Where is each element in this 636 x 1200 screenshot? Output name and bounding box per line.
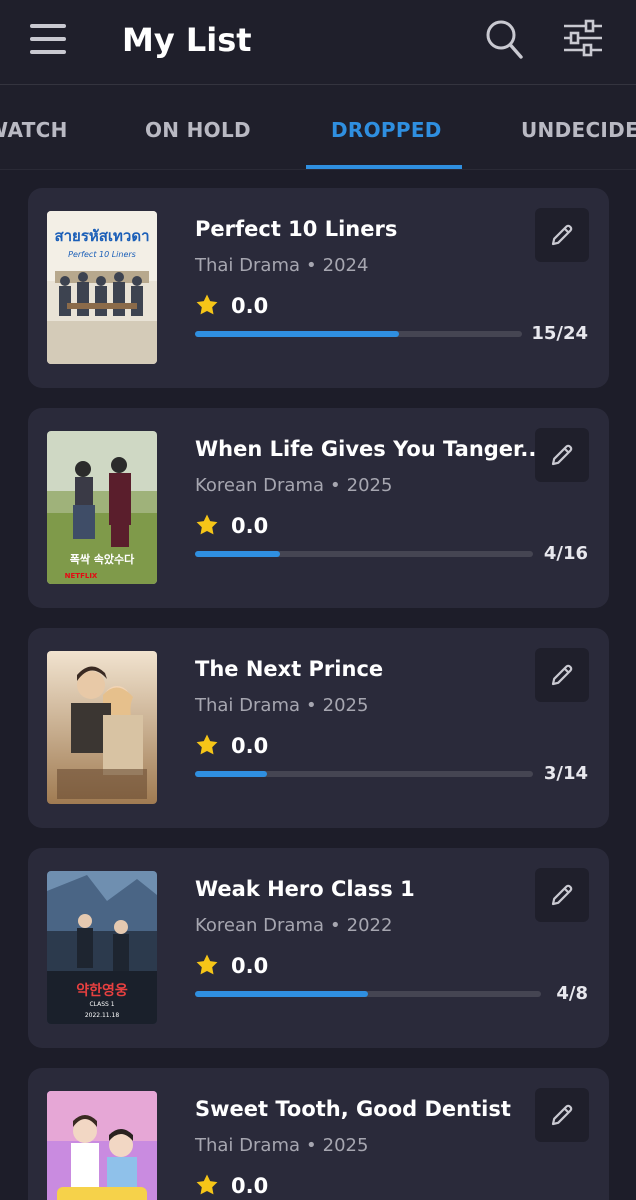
- tab-dropped[interactable]: DROPPED: [331, 85, 442, 169]
- progress-fill: [195, 991, 368, 997]
- poster-date-text: 2022.11.18: [85, 1012, 120, 1019]
- item-meta: Korean Drama • 2025: [195, 473, 392, 499]
- item-type: Korean Drama: [195, 915, 325, 936]
- item-title[interactable]: The Next Prince: [195, 654, 383, 684]
- progress-bar: [195, 331, 522, 337]
- progress-bar: [195, 771, 533, 777]
- tab-undecided[interactable]: UNDECIDED: [521, 85, 636, 169]
- item-rating: 0.0: [231, 294, 269, 318]
- netflix-logo-text: NETFLIX: [65, 572, 98, 580]
- poster-title-text: 약한영웅: [76, 982, 128, 999]
- item-meta: Thai Drama • 2024: [195, 253, 368, 279]
- star-icon: [196, 514, 218, 535]
- pencil-icon: [551, 1104, 573, 1126]
- pencil-icon: [551, 444, 573, 466]
- item-title[interactable]: Weak Hero Class 1: [195, 874, 415, 904]
- pencil-icon: [551, 224, 573, 246]
- star-icon: [196, 734, 218, 755]
- meta-separator: •: [306, 255, 317, 276]
- poster-subtitle-text: CLASS 1: [89, 1001, 114, 1008]
- item-meta: Thai Drama • 2025: [195, 1133, 368, 1159]
- list-item[interactable]: 폭싹 속았수다 NETFLIX When Life Gives You Tang…: [28, 408, 609, 608]
- list-item[interactable]: 약한영웅 CLASS 1 2022.11.18 Weak Hero Class …: [28, 848, 609, 1048]
- episode-count: 15/24: [531, 323, 588, 344]
- item-rating: 0.0: [231, 734, 269, 758]
- meta-separator: •: [330, 475, 341, 496]
- meta-separator: •: [330, 915, 341, 936]
- edit-button[interactable]: [535, 208, 589, 262]
- item-title[interactable]: Sweet Tooth, Good Dentist: [195, 1094, 511, 1124]
- pencil-icon: [551, 664, 573, 686]
- episode-count: 4/8: [556, 983, 588, 1004]
- item-type: Thai Drama: [195, 255, 301, 276]
- item-rating: 0.0: [231, 954, 269, 978]
- hamburger-menu-icon[interactable]: [30, 24, 66, 54]
- star-icon: [196, 294, 218, 315]
- edit-button[interactable]: [535, 868, 589, 922]
- tabs-divider: [0, 169, 636, 170]
- progress-fill: [195, 551, 280, 557]
- star-icon: [196, 954, 218, 975]
- poster-image[interactable]: 약한영웅 CLASS 1 2022.11.18: [47, 871, 157, 1024]
- item-year: 2024: [322, 255, 369, 276]
- sliders-filter-icon[interactable]: [562, 18, 604, 58]
- progress-bar: [195, 991, 541, 997]
- list-item[interactable]: สายรหัสเทวดา Perfect 10 Liners Perfect 1…: [28, 188, 609, 388]
- item-meta: Thai Drama • 2025: [195, 693, 368, 719]
- item-year: 2025: [322, 1135, 369, 1156]
- item-rating: 0.0: [231, 1174, 269, 1198]
- item-year: 2025: [322, 695, 369, 716]
- episode-count: 4/16: [543, 543, 588, 564]
- list-item[interactable]: The Next Prince Thai Drama • 2025 0.0 3/14: [28, 628, 609, 828]
- item-year: 2025: [346, 475, 393, 496]
- meta-separator: •: [306, 1135, 317, 1156]
- page-title: My List: [122, 21, 252, 59]
- list-item[interactable]: Sweet Tooth, Good Dentist Thai Drama • 202…: [28, 1068, 609, 1200]
- tab-watch[interactable]: WATCH: [0, 85, 68, 169]
- star-icon: [196, 1174, 218, 1195]
- item-type: Thai Drama: [195, 695, 301, 716]
- progress-bar: [195, 551, 533, 557]
- item-meta: Korean Drama • 2022: [195, 913, 392, 939]
- app-header: My List: [0, 0, 636, 84]
- poster-image[interactable]: สายรหัสเทวดา Perfect 10 Liners: [47, 211, 157, 364]
- item-type: Thai Drama: [195, 1135, 301, 1156]
- poster-subtitle-text: Perfect 10 Liners: [68, 250, 136, 259]
- tab-on-hold[interactable]: ON HOLD: [145, 85, 251, 169]
- edit-button[interactable]: [535, 428, 589, 482]
- poster-title-text: สายรหัสเทวดา: [54, 227, 149, 245]
- meta-separator: •: [306, 695, 317, 716]
- poster-image[interactable]: 폭싹 속았수다 NETFLIX: [47, 431, 157, 584]
- search-icon[interactable]: [484, 18, 524, 60]
- poster-image[interactable]: [47, 1091, 157, 1200]
- poster-title-text: 폭싹 속았수다: [70, 552, 135, 566]
- item-type: Korean Drama: [195, 475, 325, 496]
- item-rating: 0.0: [231, 514, 269, 538]
- edit-button[interactable]: [535, 1088, 589, 1142]
- poster-image[interactable]: [47, 651, 157, 804]
- item-year: 2022: [346, 915, 393, 936]
- pencil-icon: [551, 884, 573, 906]
- episode-count: 3/14: [543, 763, 588, 784]
- item-title[interactable]: When Life Gives You Tanger...: [195, 434, 544, 464]
- item-title[interactable]: Perfect 10 Liners: [195, 214, 397, 244]
- progress-fill: [195, 771, 268, 777]
- edit-button[interactable]: [535, 648, 589, 702]
- status-tabs: WATCH ON HOLD DROPPED UNDECIDED: [0, 85, 636, 169]
- progress-fill: [195, 331, 400, 337]
